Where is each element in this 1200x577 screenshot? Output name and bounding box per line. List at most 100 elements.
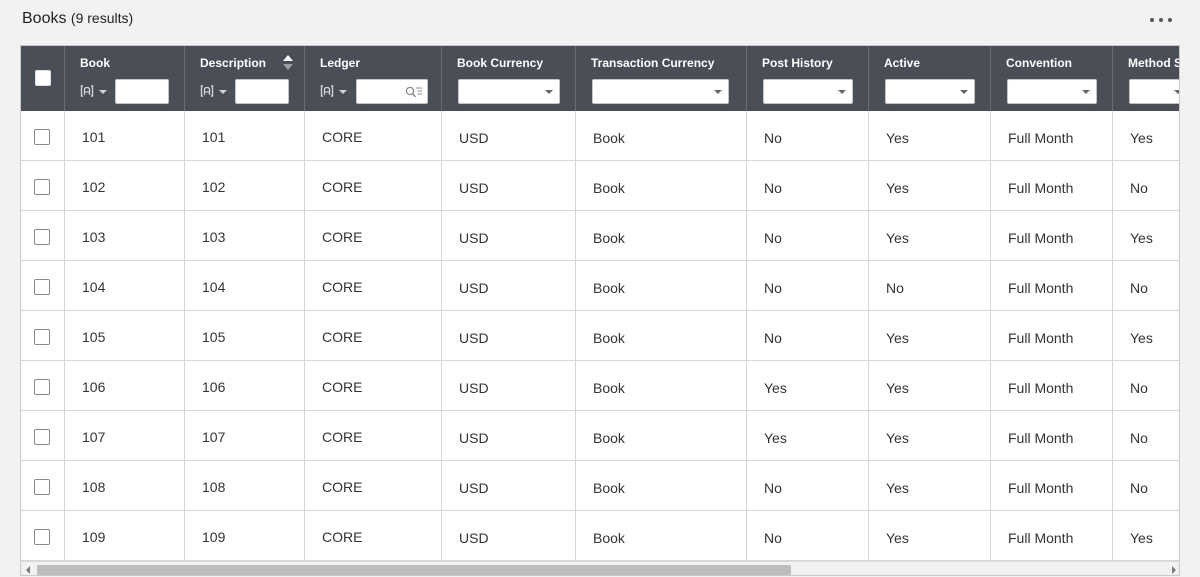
table-row[interactable]: 105 105 CORE USD Book No Yes Full Month Yes — [21, 311, 1179, 361]
cell-value: 107 — [82, 429, 106, 445]
column-header-label[interactable]: Transaction Currency — [591, 56, 714, 70]
cell-value: USD — [459, 330, 489, 346]
sort-ascending-icon[interactable] — [283, 55, 293, 71]
table-row[interactable]: 104 104 CORE USD Book No No Full Month No — [21, 261, 1179, 311]
table-row[interactable]: 108 108 CORE USD Book No Yes Full Month No — [21, 461, 1179, 511]
cell-value: No — [764, 280, 782, 296]
scroll-left-icon[interactable] — [26, 566, 30, 574]
filter-select-book_currency[interactable] — [458, 79, 560, 104]
row-select-cell — [21, 211, 65, 261]
cell-convention: Full Month — [991, 411, 1113, 461]
cell-book_currency: USD — [442, 161, 576, 211]
cell-active: No — [869, 261, 991, 311]
cell-value: 105 — [202, 329, 226, 345]
cell-value: USD — [459, 180, 489, 196]
operator-toggle-ledger[interactable] — [320, 84, 347, 100]
filter-select-post_history[interactable] — [763, 79, 853, 104]
cell-value: Yes — [1130, 530, 1153, 546]
cell-value: No — [1130, 180, 1148, 196]
cell-post_history: No — [747, 261, 869, 311]
cell-value: Yes — [1130, 230, 1153, 246]
search-icon[interactable] — [405, 86, 422, 100]
cell-convention: Full Month — [991, 311, 1113, 361]
select-all-checkbox[interactable] — [35, 70, 51, 86]
cell-value: 107 — [202, 429, 226, 445]
cell-value: Book — [593, 330, 625, 346]
column-header-label[interactable]: Convention — [1006, 56, 1072, 70]
table-row[interactable]: 106 106 CORE USD Book Yes Yes Full Month No — [21, 361, 1179, 411]
scrollbar-thumb[interactable] — [37, 565, 791, 575]
cell-value: 105 — [82, 329, 106, 345]
table-row[interactable]: 101 101 CORE USD Book No Yes Full Month Yes — [21, 111, 1179, 161]
cell-transaction_currency: Book — [576, 311, 747, 361]
table-row[interactable]: 109 109 CORE USD Book No Yes Full Month Yes — [21, 511, 1179, 561]
cell-value: USD — [459, 280, 489, 296]
cell-ledger: CORE — [305, 511, 442, 561]
column-header-label[interactable]: Book — [80, 56, 110, 70]
table-row[interactable]: 107 107 CORE USD Book Yes Yes Full Month No — [21, 411, 1179, 461]
filter-input-description[interactable] — [235, 79, 289, 104]
operator-toggle-description[interactable] — [200, 84, 227, 100]
column-header-label[interactable]: Active — [884, 56, 920, 70]
cell-book: 103 — [65, 211, 185, 261]
cell-value: Yes — [886, 180, 909, 196]
more-actions-button[interactable] — [1146, 12, 1176, 28]
filter-select-transaction_currency[interactable] — [592, 79, 729, 104]
column-header-label[interactable]: Ledger — [320, 56, 360, 70]
cell-book: 101 — [65, 111, 185, 161]
table-row[interactable]: 102 102 CORE USD Book No Yes Full Month No — [21, 161, 1179, 211]
table-row[interactable]: 103 103 CORE USD Book No Yes Full Month Yes — [21, 211, 1179, 261]
row-checkbox[interactable] — [34, 379, 50, 395]
cell-value: Book — [593, 530, 625, 546]
row-checkbox[interactable] — [34, 129, 50, 145]
row-checkbox[interactable] — [34, 479, 50, 495]
row-checkbox[interactable] — [34, 179, 50, 195]
column-header-method_s: Method S — [1113, 46, 1179, 111]
column-header-label[interactable]: Description — [200, 56, 266, 70]
cell-value: CORE — [322, 179, 363, 195]
cell-transaction_currency: Book — [576, 111, 747, 161]
cell-active: Yes — [869, 311, 991, 361]
column-header-label[interactable]: Book Currency — [457, 56, 543, 70]
column-header-label[interactable]: Post History — [762, 56, 833, 70]
cell-value: USD — [459, 380, 489, 396]
cell-value: No — [1130, 430, 1148, 446]
filter-select-method_s[interactable] — [1129, 79, 1179, 104]
cell-method_s: No — [1113, 411, 1179, 461]
cell-book: 107 — [65, 411, 185, 461]
row-select-cell — [21, 261, 65, 311]
filter-select-active[interactable] — [885, 79, 975, 104]
cell-value: Yes — [886, 330, 909, 346]
row-checkbox[interactable] — [34, 279, 50, 295]
horizontal-scrollbar[interactable] — [21, 561, 1179, 575]
cell-value: Yes — [764, 430, 787, 446]
chevron-down-icon — [99, 90, 107, 94]
operator-toggle-book[interactable] — [80, 84, 107, 100]
filter-select-convention[interactable] — [1007, 79, 1097, 104]
cell-description: 108 — [185, 461, 305, 511]
column-header-convention: Convention — [991, 46, 1113, 111]
cell-description: 104 — [185, 261, 305, 311]
cell-description: 109 — [185, 511, 305, 561]
column-header-label[interactable]: Method S — [1128, 56, 1179, 70]
cell-value: CORE — [322, 379, 363, 395]
row-checkbox[interactable] — [34, 329, 50, 345]
chevron-down-icon — [1174, 90, 1179, 94]
cell-value: Full Month — [1008, 530, 1074, 546]
row-checkbox[interactable] — [34, 229, 50, 245]
scroll-right-icon[interactable] — [1172, 566, 1176, 574]
cell-value: Book — [593, 280, 625, 296]
row-checkbox[interactable] — [34, 529, 50, 545]
cell-ledger: CORE — [305, 461, 442, 511]
cell-book_currency: USD — [442, 211, 576, 261]
filter-input-book[interactable] — [115, 79, 169, 104]
cell-convention: Full Month — [991, 161, 1113, 211]
cell-value: 103 — [202, 229, 226, 245]
cell-ledger: CORE — [305, 211, 442, 261]
cell-value: Full Month — [1008, 180, 1074, 196]
cell-value: Book — [593, 430, 625, 446]
row-checkbox[interactable] — [34, 429, 50, 445]
cell-post_history: No — [747, 111, 869, 161]
cell-value: 108 — [202, 479, 226, 495]
cell-value: 101 — [82, 129, 106, 145]
